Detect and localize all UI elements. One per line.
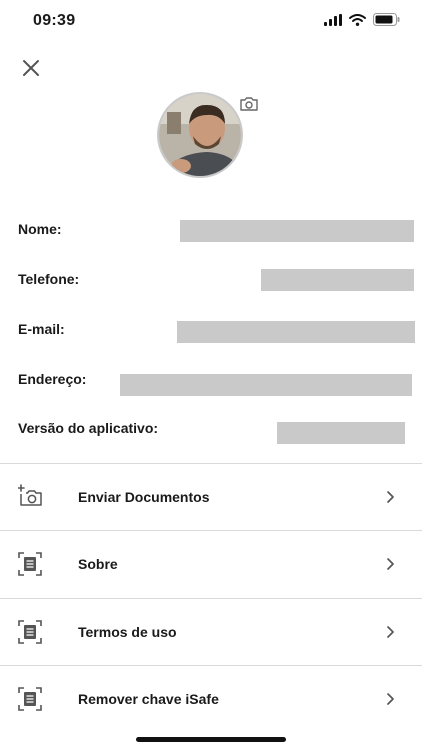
close-icon [23,60,39,76]
app-version-value-redacted [277,422,405,444]
camera-icon [240,97,258,111]
menu-item-label: Remover chave iSafe [78,691,219,707]
add-photo-icon [18,484,42,506]
close-button[interactable] [20,57,42,79]
menu-item-label: Enviar Documentos [78,489,210,505]
document-scan-icon [18,552,42,576]
signal-icon [324,13,342,26]
chevron-right-icon [387,491,394,503]
profile-avatar-section [157,92,263,180]
menu-item-label: Termos de uso [78,624,177,640]
avatar[interactable] [157,92,243,178]
document-scan-icon [18,687,42,711]
email-label: E-mail: [18,321,65,337]
app-version-label: Versão do aplicativo: [18,420,159,436]
email-value-redacted [177,321,415,343]
menu-item-enviar-documentos[interactable]: Enviar Documentos [0,464,422,530]
phone-value-redacted [261,269,414,291]
chevron-right-icon [387,558,394,570]
address-label: Endereço: [18,371,87,387]
menu-item-remover-chave-isafe[interactable]: Remover chave iSafe [0,666,422,732]
status-time: 09:39 [33,12,76,29]
address-value-redacted [120,374,412,396]
chevron-right-icon [387,693,394,705]
change-photo-button[interactable] [239,96,259,112]
menu-item-termos-de-uso[interactable]: Termos de uso [0,599,422,665]
status-icons [324,13,400,26]
home-indicator [136,737,286,742]
name-value-redacted [180,220,414,242]
document-scan-icon [18,620,42,644]
menu-item-sobre[interactable]: Sobre [0,531,422,597]
menu-item-label: Sobre [78,556,118,572]
battery-icon [373,13,400,26]
phone-label: Telefone: [18,271,80,287]
status-bar: 09:39 [0,0,422,44]
profile-photo [159,94,241,176]
wifi-icon [349,13,366,26]
chevron-right-icon [387,626,394,638]
name-label: Nome: [18,221,62,237]
